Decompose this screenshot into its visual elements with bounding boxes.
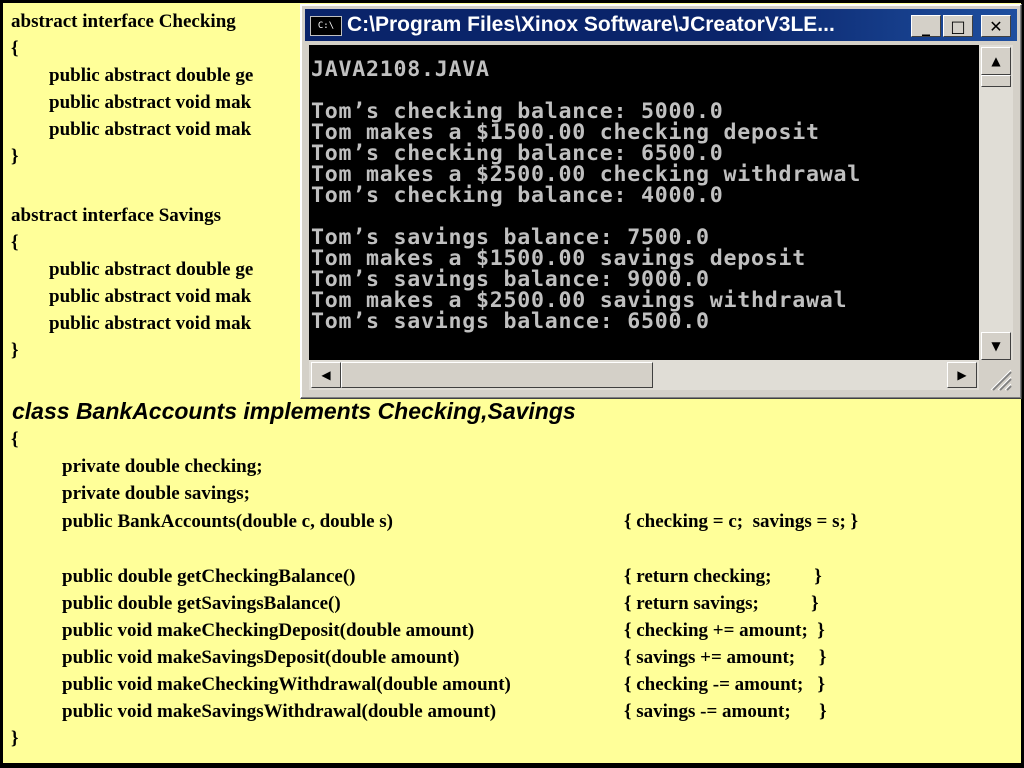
console-output: JAVA2108.JAVA Tom’s checking balance: 50… [311, 57, 862, 334]
method-signature: public double getCheckingBalance() [62, 566, 356, 587]
method-signature: public void makeCheckingDeposit(double a… [62, 620, 475, 641]
resize-grip-icon[interactable] [981, 362, 1013, 392]
method-signature: public BankAccounts(double c, double s) [62, 511, 393, 532]
method-signature: public void makeCheckingWithdrawal(doubl… [62, 674, 511, 695]
title-bar[interactable]: C:\ C:\Program Files\Xinox Software\JCre… [305, 9, 1017, 41]
maximize-button[interactable]: □ [943, 15, 973, 37]
close-button[interactable]: ✕ [981, 15, 1011, 37]
code-line: public abstract void mak [11, 119, 252, 140]
console-icon[interactable]: C:\ [310, 16, 342, 36]
code-line: public abstract double ge [11, 65, 254, 86]
console-window[interactable]: C:\ C:\Program Files\Xinox Software\JCre… [300, 4, 1022, 399]
horizontal-scroll-thumb[interactable] [341, 362, 653, 388]
horizontal-scrollbar[interactable]: ◀ ▶ [309, 360, 979, 390]
field-line: private double checking; [62, 456, 263, 477]
code-line: public abstract double ge [11, 259, 254, 280]
minimize-button[interactable]: _ [911, 15, 941, 37]
code-line: { [11, 429, 19, 450]
code-line: } [11, 340, 19, 361]
method-body: { checking = c; savings = s; } [624, 511, 859, 532]
code-line: public abstract void mak [11, 286, 252, 307]
method-signature: public void makeSavingsDeposit(double am… [62, 647, 460, 668]
method-body: { savings -= amount; } [624, 701, 827, 722]
vertical-scroll-thumb[interactable] [981, 75, 1011, 87]
scroll-up-button[interactable]: ▲ [981, 47, 1011, 75]
scroll-right-button[interactable]: ▶ [947, 362, 977, 388]
code-line: } [11, 146, 19, 167]
method-body: { return checking; } [624, 566, 822, 587]
method-signature: public void makeSavingsWithdrawal(double… [62, 701, 497, 722]
console-output-area[interactable]: JAVA2108.JAVA Tom’s checking balance: 50… [309, 45, 979, 360]
method-signature: public double getSavingsBalance() [62, 593, 341, 614]
method-body: { checking += amount; } [624, 620, 825, 641]
code-line: { [11, 38, 19, 59]
window-title: C:\Program Files\Xinox Software\JCreator… [347, 13, 835, 36]
method-body: { savings += amount; } [624, 647, 827, 668]
scroll-down-button[interactable]: ▼ [981, 332, 1011, 360]
field-line: private double savings; [62, 483, 250, 504]
code-line: } [11, 728, 19, 749]
code-line: abstract interface Checking [11, 11, 236, 32]
code-line: abstract interface Savings [11, 205, 222, 226]
code-line: public abstract void mak [11, 92, 252, 113]
vertical-scrollbar[interactable]: ▲ ▼ [979, 45, 1013, 360]
code-line: public abstract void mak [11, 313, 252, 334]
code-line: { [11, 232, 19, 253]
scroll-left-button[interactable]: ◀ [311, 362, 341, 388]
method-body: { checking -= amount; } [624, 674, 826, 695]
method-body: { return savings; } [624, 593, 819, 614]
class-heading: class BankAccounts implements Checking,S… [12, 398, 576, 424]
